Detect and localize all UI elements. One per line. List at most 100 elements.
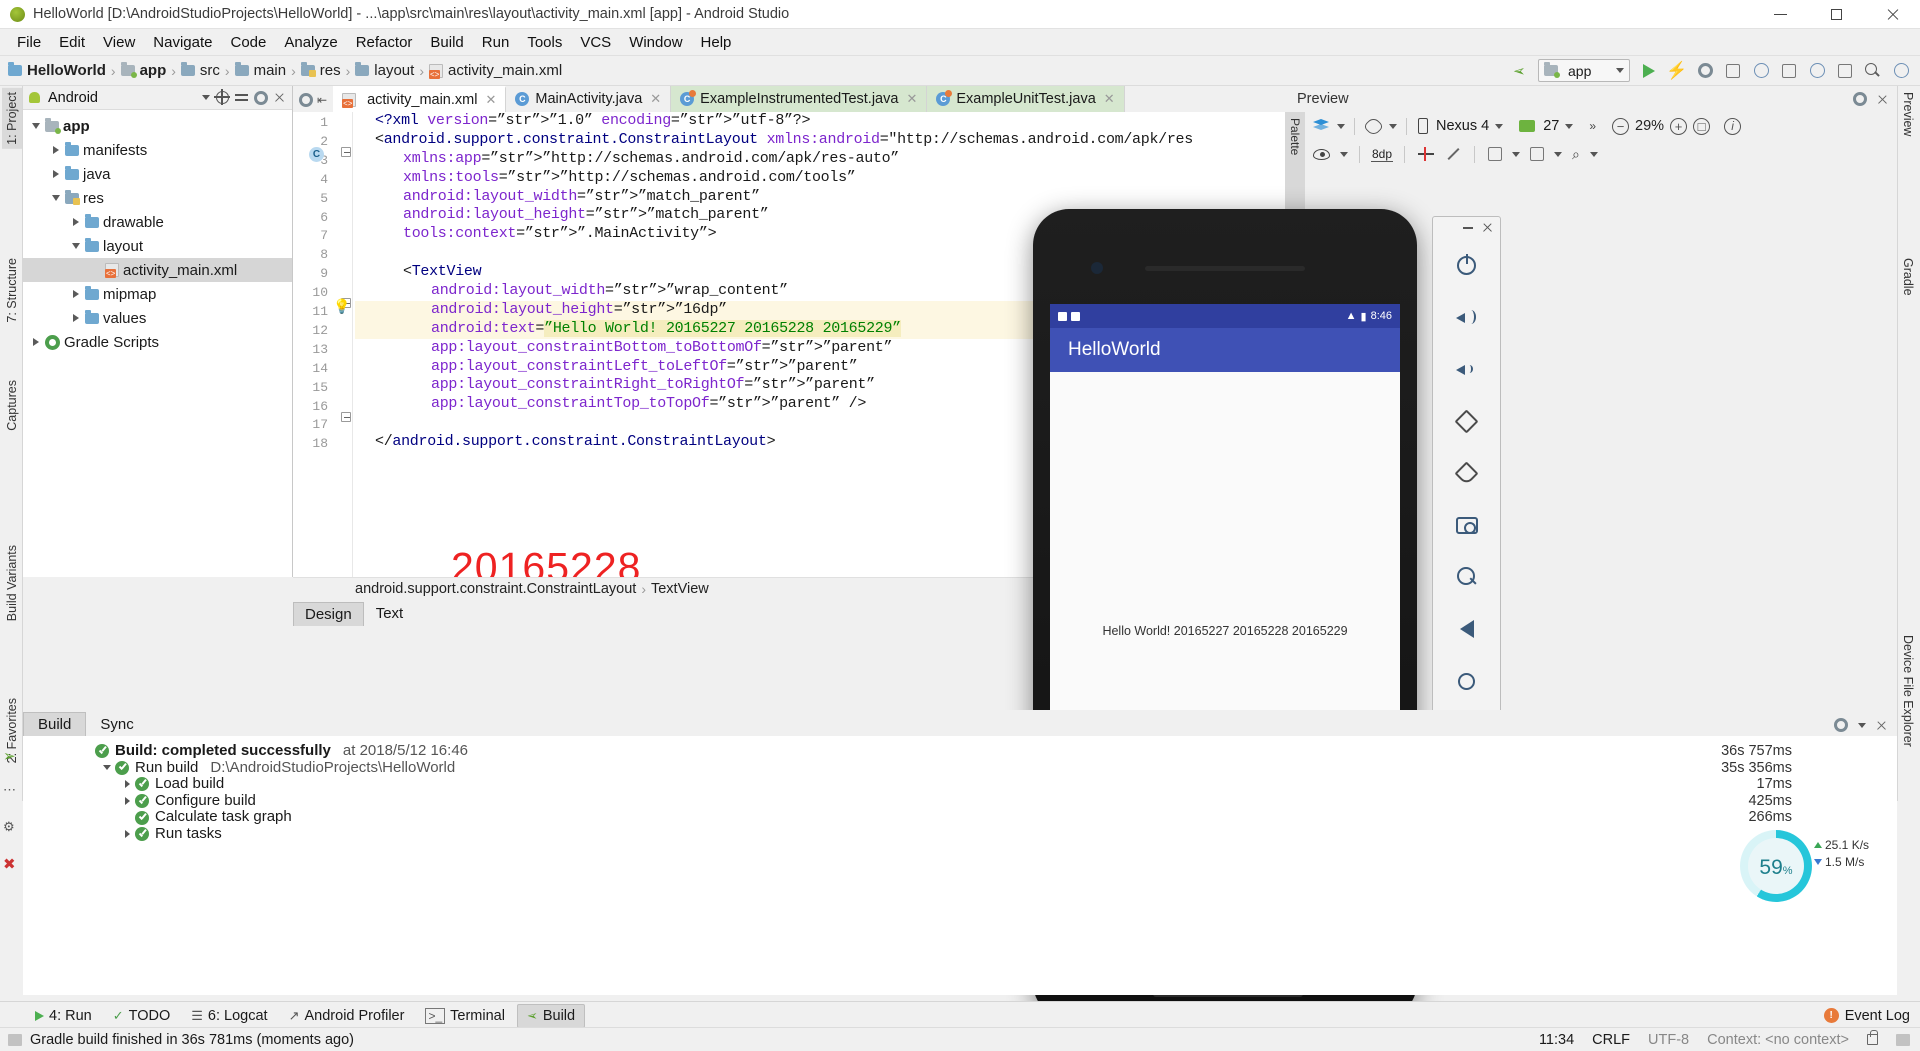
- context-info[interactable]: Context: <no context>: [1707, 1032, 1849, 1048]
- menu-analyze[interactable]: Analyze: [275, 31, 346, 54]
- tab-mainactivity-java[interactable]: C MainActivity.java ✕: [506, 86, 672, 112]
- align-horizontal-icon[interactable]: [1486, 143, 1504, 165]
- lock-icon[interactable]: [1867, 1030, 1878, 1045]
- tree-item[interactable]: activity_main.xml: [23, 258, 292, 282]
- chevron-down-icon[interactable]: [1337, 123, 1345, 129]
- tool-tab-device-file-explorer[interactable]: Device File Explorer: [1898, 631, 1918, 751]
- filter-icon[interactable]: ⋯: [0, 771, 23, 808]
- class-marker-icon[interactable]: C: [309, 147, 324, 162]
- build-row[interactable]: Run tasks: [23, 825, 1897, 843]
- tree-item[interactable]: values: [23, 306, 292, 330]
- close-icon[interactable]: ✕: [906, 91, 917, 107]
- menu-window[interactable]: Window: [620, 31, 691, 54]
- sdk-manager-icon[interactable]: [1804, 59, 1830, 83]
- run-configuration-selector[interactable]: app: [1538, 59, 1630, 82]
- volume-up-button[interactable]: [1433, 291, 1500, 343]
- menu-run[interactable]: Run: [473, 31, 519, 54]
- gear-icon[interactable]: [299, 93, 313, 107]
- power-button[interactable]: [1433, 239, 1500, 291]
- tool-tab-terminal[interactable]: >_ Terminal: [416, 1005, 513, 1027]
- gear-icon[interactable]: [1853, 92, 1867, 106]
- sync-project-icon[interactable]: [1748, 59, 1774, 83]
- eye-icon[interactable]: [1311, 143, 1332, 165]
- zoom-in-icon[interactable]: +: [1670, 117, 1688, 135]
- tab-build[interactable]: Build: [23, 712, 87, 736]
- gear-icon[interactable]: [254, 90, 268, 105]
- tool-tab-captures[interactable]: Captures: [2, 376, 22, 435]
- toggle-toolwindows-icon[interactable]: [8, 1033, 22, 1046]
- screenshot-button[interactable]: [1433, 499, 1500, 551]
- editor-gutter[interactable]: 1 2 3 4 5 6 7 8 9 10 11 12 13 14 15 16 17 18 C 💡: [293, 112, 353, 577]
- close-icon[interactable]: ✕: [650, 91, 661, 107]
- breadcrumb-child[interactable]: TextView: [651, 581, 709, 597]
- close-icon[interactable]: ✕: [1104, 91, 1115, 107]
- tab-activity-main-xml[interactable]: activity_main.xml ✕: [333, 86, 507, 112]
- tree-item[interactable]: mipmap: [23, 282, 292, 306]
- memory-indicator-icon[interactable]: [1896, 1033, 1910, 1046]
- tool-tab-build-variants[interactable]: Build Variants: [2, 541, 22, 625]
- gear-icon[interactable]: [1834, 718, 1848, 732]
- tool-tab-todo[interactable]: ✓ TODO: [104, 1005, 180, 1027]
- hide-panel-icon[interactable]: [1877, 94, 1888, 105]
- tool-tab-project[interactable]: 1: Project: [2, 88, 22, 149]
- tool-tab-event-log[interactable]: Event Log: [1845, 1008, 1910, 1024]
- tree-expander[interactable]: [67, 290, 85, 298]
- encoding[interactable]: UTF-8: [1648, 1032, 1689, 1048]
- tree-item[interactable]: Gradle Scripts: [23, 330, 292, 354]
- chevron-down-icon[interactable]: [1565, 123, 1574, 129]
- breadcrumb-item-app[interactable]: app: [120, 62, 166, 79]
- cpu-gauge[interactable]: 59 %: [1740, 830, 1812, 902]
- code-line[interactable]: xmlns:tools=”str”>”http://schemas.androi…: [355, 169, 1335, 188]
- breadcrumb-item-project[interactable]: HelloWorld: [8, 62, 106, 79]
- stop-icon[interactable]: ✖: [0, 845, 23, 883]
- chevron-right-icon[interactable]: [119, 780, 135, 789]
- tool-tab-structure[interactable]: 7: Structure: [2, 254, 22, 327]
- zoom-out-icon[interactable]: −: [1612, 117, 1630, 135]
- build-hammer-icon[interactable]: ➢: [1506, 59, 1532, 83]
- rotate-left-button[interactable]: [1433, 395, 1500, 447]
- menu-build[interactable]: Build: [421, 31, 472, 54]
- hide-tabs-icon[interactable]: ⇤: [317, 93, 327, 107]
- breadcrumb-item-layout[interactable]: layout: [355, 62, 414, 79]
- tree-item[interactable]: manifests: [23, 138, 292, 162]
- maximize-button[interactable]: [1808, 0, 1864, 29]
- project-view-selector[interactable]: Android: [48, 90, 98, 106]
- close-button[interactable]: [1864, 0, 1920, 29]
- debug-icon[interactable]: ⚡: [1664, 59, 1690, 83]
- menu-code[interactable]: Code: [221, 31, 275, 54]
- tool-tab-logcat[interactable]: ☰ 6: Logcat: [182, 1005, 276, 1027]
- tab-sync[interactable]: Sync: [86, 713, 147, 736]
- zoom-fit-icon[interactable]: □: [1693, 117, 1711, 135]
- hide-panel-icon[interactable]: [1876, 720, 1887, 731]
- hide-panel-icon[interactable]: [274, 92, 285, 103]
- build-row[interactable]: Load build 17ms: [23, 776, 1897, 793]
- magic-wand-icon[interactable]: [1444, 143, 1463, 165]
- tree-expander[interactable]: [67, 314, 85, 322]
- chevron-down-icon[interactable]: [202, 95, 210, 100]
- menu-edit[interactable]: Edit: [50, 31, 94, 54]
- intention-bulb-icon[interactable]: 💡: [333, 298, 350, 315]
- settings-icon[interactable]: ⚙: [0, 808, 23, 845]
- chevron-down-icon[interactable]: [1389, 123, 1397, 129]
- build-row[interactable]: Run build D:\AndroidStudioProjects\HelloW…: [23, 759, 1897, 777]
- menu-tools[interactable]: Tools: [518, 31, 571, 54]
- chevron-down-icon[interactable]: [1589, 151, 1598, 157]
- run-icon[interactable]: [1636, 59, 1662, 83]
- tree-item[interactable]: res: [23, 186, 292, 210]
- restart-build-icon[interactable]: ➢: [0, 741, 23, 771]
- tool-tab-build[interactable]: ➢ Build: [516, 1003, 586, 1028]
- tool-tab-preview[interactable]: Preview: [1898, 88, 1918, 140]
- layers-icon[interactable]: [1311, 115, 1331, 137]
- tab-exampleinstrumentedtest-java[interactable]: C ExampleInstrumentedTest.java ✕: [671, 86, 928, 112]
- api-level-label[interactable]: 27: [1543, 118, 1559, 134]
- tree-expander[interactable]: [67, 243, 85, 249]
- profiler-icon[interactable]: [1832, 59, 1858, 83]
- text-align-icon[interactable]: ⌕: [1570, 143, 1582, 165]
- dp-badge-label[interactable]: 8dp: [1371, 147, 1394, 162]
- tree-expander[interactable]: [47, 146, 65, 154]
- help-icon[interactable]: [1888, 59, 1914, 83]
- minimize-icon[interactable]: [1463, 227, 1473, 229]
- breadcrumb-item-res[interactable]: res: [300, 62, 341, 79]
- code-fold-icon[interactable]: [341, 412, 351, 422]
- minimize-button[interactable]: [1752, 0, 1808, 29]
